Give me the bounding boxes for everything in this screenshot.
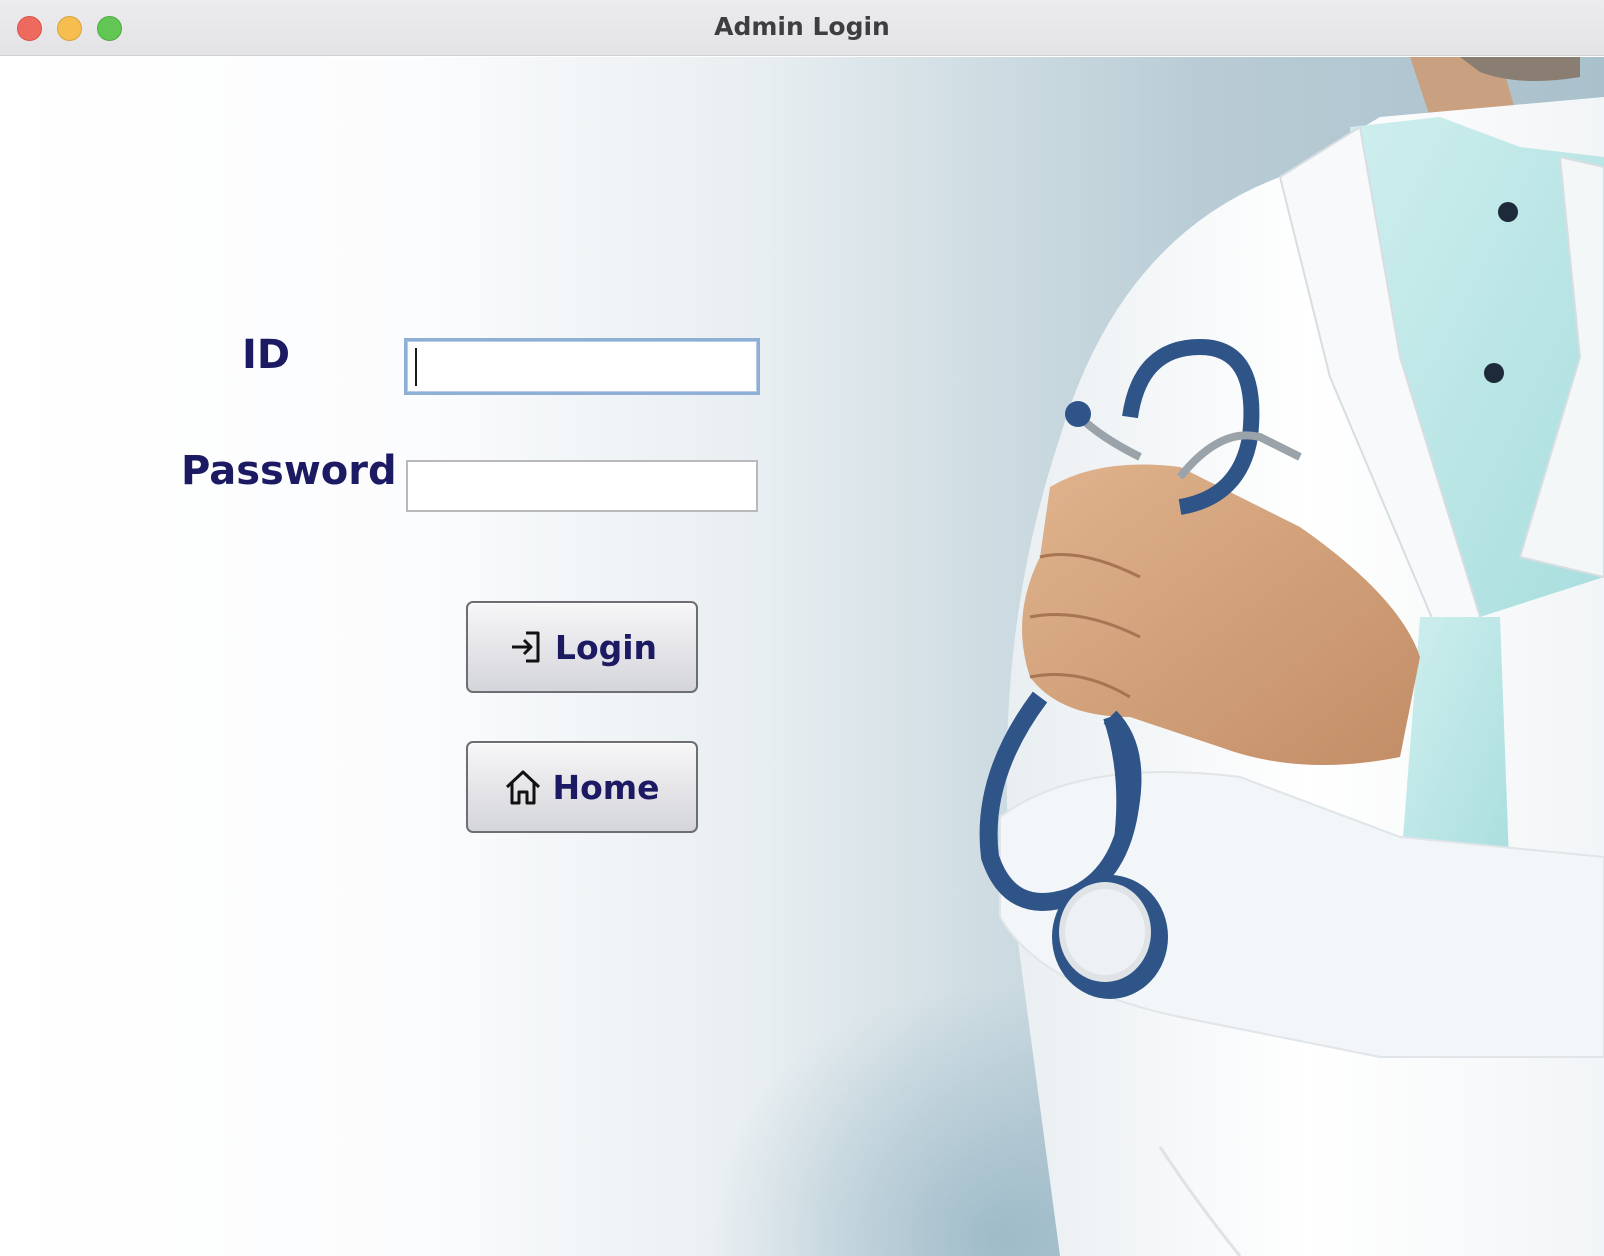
id-label: ID xyxy=(242,332,291,378)
login-button-label: Login xyxy=(554,627,658,667)
login-enter-icon xyxy=(507,628,545,666)
text-caret xyxy=(415,348,417,386)
title-bar[interactable]: Admin Login xyxy=(0,0,1604,56)
home-button[interactable]: Home xyxy=(466,741,698,833)
password-input[interactable] xyxy=(406,460,758,512)
admin-login-window: Admin Login ID Password Login Home xyxy=(0,0,1604,1256)
login-panel: ID Password Login Home xyxy=(0,57,1604,1256)
home-button-label: Home xyxy=(552,767,660,807)
id-input[interactable] xyxy=(404,338,760,395)
login-button[interactable]: Login xyxy=(466,601,698,693)
window-title: Admin Login xyxy=(714,12,890,41)
home-icon xyxy=(504,768,542,806)
password-label: Password xyxy=(181,448,397,494)
doctor-background-image xyxy=(979,57,1604,1256)
